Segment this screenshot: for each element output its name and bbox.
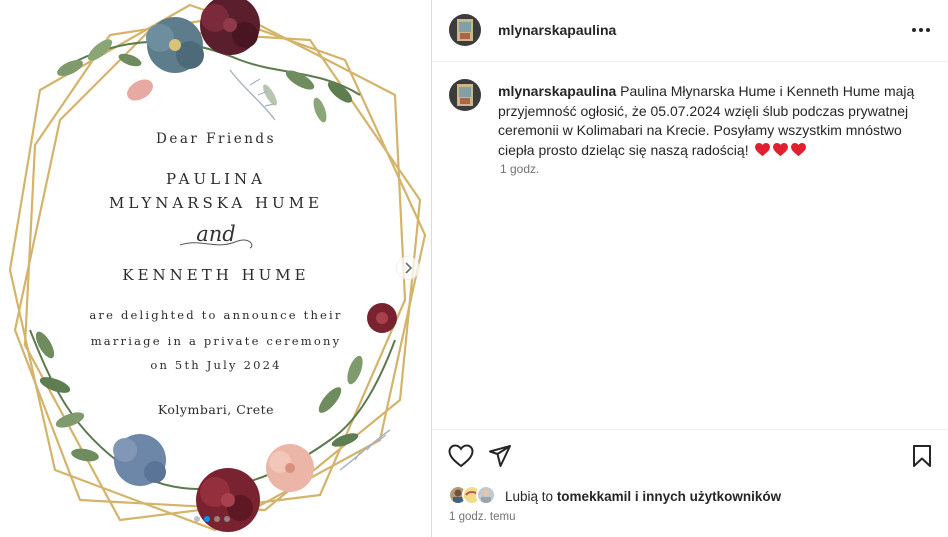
likes-username[interactable]: tomekkamil xyxy=(557,489,631,504)
bookmark-outline-icon xyxy=(913,445,931,467)
header-username[interactable]: mlynarskapaulina xyxy=(498,22,616,38)
card-name-paulina: PAULINA xyxy=(165,170,267,188)
card-and-script: and xyxy=(196,222,236,246)
liker-avatars[interactable] xyxy=(448,485,508,507)
post-header: mlynarskapaulina xyxy=(432,0,948,62)
caption-section: mlynarskapaulina Paulina Młynarska Hume … xyxy=(432,63,948,429)
post-media-carousel[interactable]: Dear Friends PAULINA MLYNARSKA HUME and … xyxy=(0,0,432,537)
share-button[interactable] xyxy=(488,444,512,473)
avatar[interactable] xyxy=(449,79,481,111)
red-heart-icon xyxy=(791,142,807,156)
red-heart-icon xyxy=(773,142,789,156)
avatar xyxy=(476,485,496,505)
card-announce-line3: on 5th July 2024 xyxy=(150,358,282,372)
caption-username[interactable]: mlynarskapaulina xyxy=(498,83,616,99)
card-greeting: Dear Friends xyxy=(156,131,276,147)
save-button[interactable] xyxy=(911,444,933,473)
carousel-dot xyxy=(214,516,220,522)
carousel-dot xyxy=(224,516,230,522)
likes-summary[interactable]: Lubią to tomekkamil i innych użytkownikó… xyxy=(505,489,781,504)
card-announce-line2: marriage in a private ceremony xyxy=(90,334,342,348)
carousel-dots xyxy=(194,516,230,522)
avatar[interactable] xyxy=(449,14,481,46)
heart-outline-icon xyxy=(448,444,474,468)
post-actions: Lubią to tomekkamil i innych użytkownikó… xyxy=(432,429,948,537)
carousel-next-button[interactable] xyxy=(396,256,420,280)
card-announce-line1: are delighted to announce their xyxy=(89,308,343,322)
chevron-right-icon xyxy=(405,262,413,274)
card-name-mlynarska-hume: MLYNARSKA HUME xyxy=(108,194,324,212)
carousel-dot-active xyxy=(204,516,210,522)
caption-timestamp[interactable]: 1 godz. xyxy=(500,162,539,176)
more-options-button[interactable] xyxy=(910,21,932,39)
post-caption: mlynarskapaulina Paulina Młynarska Hume … xyxy=(498,82,938,160)
card-name-kenneth-hume: KENNETH HUME xyxy=(122,266,310,284)
carousel-dot xyxy=(194,516,200,522)
post-timestamp[interactable]: 1 godz. temu xyxy=(449,511,515,523)
like-button[interactable] xyxy=(448,444,474,473)
red-heart-icon xyxy=(755,142,771,156)
more-horizontal-icon xyxy=(912,28,930,32)
top-flower-cluster xyxy=(57,0,361,123)
send-paper-plane-icon xyxy=(489,445,511,467)
likes-others[interactable]: i innych użytkowników xyxy=(635,489,781,504)
likes-prefix: Lubią to xyxy=(505,489,554,504)
card-location: Kolymbari, Crete xyxy=(157,402,275,417)
